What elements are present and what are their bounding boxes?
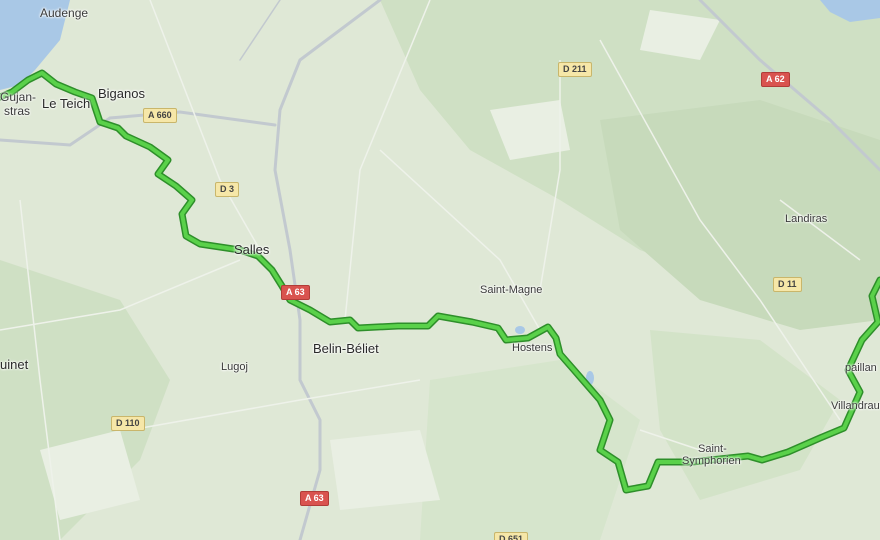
place-marcheprime: uinet [0, 357, 29, 372]
place-belin-beliet: Belin-Béliet [313, 341, 379, 356]
road-shield-a660: A 660 [143, 108, 177, 123]
road-shield-a63-bottom: A 63 [300, 491, 329, 506]
road-shield-d3: D 3 [215, 182, 240, 197]
place-landiras: Landiras [785, 213, 828, 225]
place-lugos: Lugoj [221, 361, 248, 373]
place-uzeste: paillan [845, 362, 877, 374]
map-base-layer [0, 0, 880, 540]
road-shield-a62: A 62 [761, 72, 790, 87]
place-saint-symphorien-line1: Saint- [698, 443, 727, 455]
road-shield-d211: D 211 [558, 62, 592, 77]
place-gujan-mestras-line2: stras [4, 104, 31, 118]
place-villandraut: Villandraut [831, 400, 880, 412]
place-salles: Salles [234, 242, 270, 257]
place-audenge: Audenge [40, 6, 89, 20]
map-canvas[interactable]: Audenge Biganos Le Teich Gujan- stras Sa… [0, 0, 880, 540]
place-biganos: Biganos [98, 86, 145, 101]
place-saint-magne: Saint-Magne [480, 284, 543, 296]
place-le-teich: Le Teich [42, 96, 91, 111]
place-gujan-mestras-line1: Gujan- [0, 90, 37, 104]
place-saint-symphorien-line2: Symphorien [682, 455, 741, 467]
road-shield-a63-top: A 63 [281, 285, 310, 300]
road-shield-d110: D 110 [111, 416, 145, 431]
place-hostens: Hostens [512, 342, 553, 354]
road-shield-d11: D 11 [773, 277, 802, 292]
road-shield-d651: D 651 [494, 532, 529, 540]
